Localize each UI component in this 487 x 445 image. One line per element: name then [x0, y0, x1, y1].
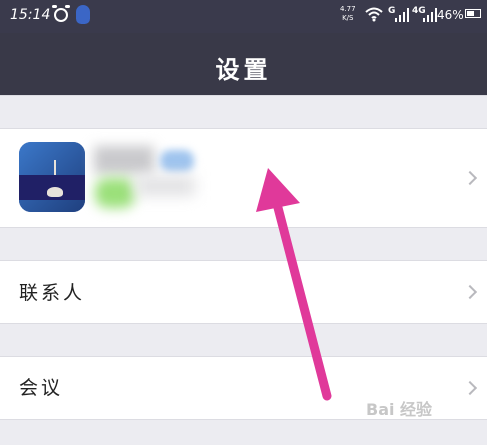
watermark: Bai 经验 [366, 400, 433, 419]
annotation-arrow [256, 168, 332, 401]
